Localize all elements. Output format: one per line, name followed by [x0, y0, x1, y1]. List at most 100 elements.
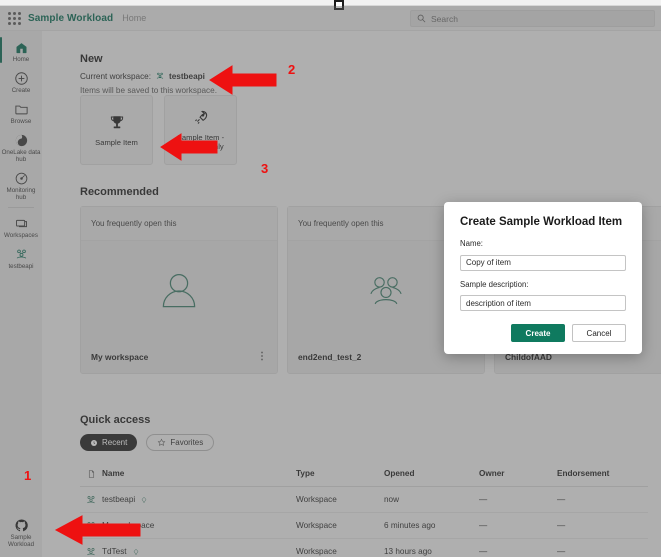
- column-header-name[interactable]: Name: [102, 469, 296, 478]
- quick-access-filters: Recent Favorites: [80, 434, 215, 451]
- sidebar-item-monitoring-hub[interactable]: Monitoring hub: [0, 166, 42, 204]
- annotation-arrow-2: [206, 63, 280, 97]
- new-section: New Current workspace: testbeapi Items w…: [80, 53, 217, 95]
- sidebar-item-browse-label: Browse: [10, 118, 32, 125]
- dialog-actions: Create Cancel: [460, 324, 626, 342]
- breadcrumb[interactable]: Home: [122, 13, 146, 23]
- column-header-type[interactable]: Type: [296, 469, 384, 478]
- recommended-card-footer: My workspace ⋮: [81, 340, 277, 373]
- sidebar-item-onelake-data-hub[interactable]: OneLake data hub: [0, 128, 42, 166]
- name-field[interactable]: [460, 254, 626, 271]
- recommended-card-top-text: You frequently open this: [81, 207, 277, 241]
- description-field[interactable]: [460, 295, 626, 311]
- sidebar-item-workspaces[interactable]: Workspaces: [0, 211, 42, 242]
- workspace-group-icon: [80, 546, 102, 557]
- name-field-label: Name:: [460, 239, 483, 248]
- filter-favorites[interactable]: Favorites: [146, 434, 215, 451]
- row-owner: —: [479, 495, 488, 504]
- current-workspace-value[interactable]: testbeapi: [169, 72, 205, 81]
- waffle-menu-icon[interactable]: [0, 11, 28, 25]
- recommended-section-title: Recommended: [80, 186, 159, 198]
- sidebar-item-workspaces-label: Workspaces: [4, 232, 38, 239]
- recommended-card-name[interactable]: My workspace: [91, 352, 148, 362]
- workspaces-icon: [12, 215, 30, 231]
- row-opened: now: [384, 495, 400, 504]
- top-bar: Sample Workload Home Search: [0, 6, 661, 31]
- current-workspace-label: Current workspace:: [80, 71, 151, 81]
- row-opened: 13 hours ago: [384, 547, 432, 556]
- quick-access-title: Quick access: [80, 414, 151, 426]
- row-type: Workspace: [296, 495, 337, 504]
- home-icon: [12, 39, 30, 55]
- new-section-title: New: [80, 53, 103, 65]
- sidebar-item-home[interactable]: Home: [0, 35, 42, 66]
- sidebar-item-browse[interactable]: Browse: [0, 97, 42, 128]
- create-sample-workload-item-dialog: Create Sample Workload Item Name: Sample…: [444, 202, 642, 354]
- workspace-group-icon: [80, 494, 102, 506]
- row-name-cell[interactable]: TdTest: [102, 547, 296, 556]
- row-type: Workspace: [296, 547, 337, 556]
- recommended-card-name[interactable]: end2end_test_2: [298, 352, 361, 362]
- row-name-cell[interactable]: testbeapi: [102, 495, 296, 504]
- document-icon: [80, 469, 102, 479]
- table-header-row: Name Type Opened Owner Endorsement: [80, 461, 648, 487]
- filter-recent[interactable]: Recent: [80, 434, 138, 451]
- search-input[interactable]: Search: [410, 10, 655, 27]
- app-brand-title[interactable]: Sample Workload: [28, 13, 113, 24]
- search-placeholder: Search: [431, 13, 458, 24]
- sidebar-item-home-label: Home: [12, 56, 30, 63]
- star-icon: [158, 438, 166, 446]
- folder-icon: [12, 101, 30, 117]
- sidebar-item-testbeapi-label: testbeapi: [8, 263, 34, 270]
- column-header-owner[interactable]: Owner: [479, 469, 557, 478]
- sidebar: Home Create Browse OneLake data hub Moni: [0, 31, 42, 557]
- table-row[interactable]: testbeapi Workspace now — —: [80, 487, 648, 513]
- quick-access-table: Name Type Opened Owner Endorsement testb…: [80, 461, 648, 557]
- workspace-group-icon: [12, 246, 30, 262]
- clock-icon: [91, 439, 97, 446]
- diamond-icon: [133, 548, 138, 555]
- window-restore-square-icon[interactable]: [334, 0, 344, 10]
- sidebar-item-create[interactable]: Create: [0, 66, 42, 97]
- recommended-card-my-workspace[interactable]: You frequently open this My workspace ⋮: [80, 206, 278, 374]
- app-root: Sample Workload Home Search Home Create: [0, 0, 661, 557]
- table-row[interactable]: My workspace Workspace 6 minutes ago — —: [80, 513, 648, 539]
- column-header-opened[interactable]: Opened: [384, 469, 479, 478]
- row-owner: —: [479, 521, 488, 530]
- row-type: Workspace: [296, 521, 337, 530]
- sample-item-card[interactable]: Sample Item: [80, 95, 153, 165]
- sidebar-item-monitoring-hub-label: Monitoring hub: [6, 187, 36, 201]
- plus-circle-icon: [12, 70, 30, 86]
- filter-recent-label: Recent: [102, 438, 128, 447]
- kebab-menu-icon[interactable]: ⋮: [257, 351, 267, 361]
- sidebar-item-testbeapi[interactable]: testbeapi: [0, 242, 42, 273]
- dialog-title: Create Sample Workload Item: [460, 216, 623, 228]
- create-button[interactable]: Create: [511, 324, 565, 342]
- annotation-arrow-3: [157, 131, 221, 163]
- monitoring-icon: [12, 170, 30, 186]
- cancel-button[interactable]: Cancel: [572, 324, 626, 342]
- row-name: TdTest: [102, 547, 127, 556]
- column-header-endorsement[interactable]: Endorsement: [557, 469, 647, 478]
- diamond-icon: [141, 496, 147, 503]
- row-opened: 6 minutes ago: [384, 521, 436, 530]
- row-endorsement: —: [557, 521, 566, 530]
- row-endorsement: —: [557, 495, 566, 504]
- onelake-icon: [12, 132, 30, 148]
- sidebar-item-onelake-data-hub-label: OneLake data hub: [1, 149, 41, 163]
- row-endorsement: —: [557, 547, 566, 556]
- sidebar-item-sample-workload-label: Sample Workload: [7, 534, 35, 548]
- row-name: testbeapi: [102, 495, 136, 504]
- table-row[interactable]: TdTest Workspace 13 hours ago — —: [80, 539, 648, 557]
- trophy-icon: [110, 115, 123, 128]
- search-icon: [417, 14, 426, 23]
- person-icon: [81, 241, 277, 340]
- annotation-arrow-1: [52, 513, 144, 547]
- sidebar-item-sample-workload[interactable]: Sample Workload: [0, 513, 42, 551]
- annotation-number-3: 3: [261, 161, 269, 176]
- workspace-group-icon: [156, 72, 164, 79]
- filter-favorites-label: Favorites: [170, 438, 204, 447]
- rocket-icon: [194, 110, 207, 124]
- new-section-hint: Items will be saved to this workspace.: [80, 86, 217, 95]
- github-cat-icon: [12, 517, 30, 533]
